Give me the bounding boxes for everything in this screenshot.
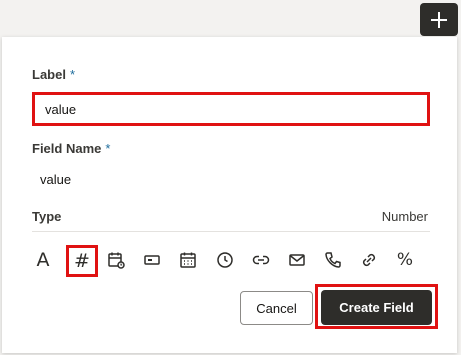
type-option-email[interactable] — [284, 247, 310, 273]
type-option-date[interactable] — [175, 247, 201, 273]
type-option-date-time[interactable] — [103, 247, 129, 273]
field-name-title-text: Field Name — [32, 141, 102, 156]
type-option-phone[interactable] — [320, 247, 346, 273]
field-name-label: Field Name * — [32, 141, 110, 156]
create-field-button[interactable]: Create Field — [321, 290, 432, 325]
type-option-url[interactable] — [356, 247, 382, 273]
divider — [32, 231, 430, 232]
link-icon — [252, 255, 270, 265]
calendar-icon — [180, 252, 196, 268]
type-label: Type — [32, 209, 62, 224]
type-option-text[interactable]: A — [30, 247, 56, 273]
cancel-button[interactable]: Cancel — [240, 291, 313, 325]
label-field-label: Label * — [32, 67, 75, 82]
label-input[interactable] — [32, 92, 430, 126]
percent-icon: % — [396, 250, 414, 270]
selected-type-label: Number — [381, 209, 428, 224]
required-marker: * — [105, 141, 111, 156]
type-option-input[interactable] — [139, 247, 165, 273]
type-option-percent[interactable]: % — [392, 247, 418, 273]
label-title-text: Label — [32, 67, 66, 82]
date-time-icon — [108, 252, 125, 269]
type-option-number[interactable]: # — [66, 245, 98, 277]
url-link-icon — [362, 253, 376, 267]
text-icon: A — [36, 249, 50, 271]
type-option-link[interactable] — [248, 247, 274, 273]
type-option-time[interactable] — [212, 247, 238, 273]
add-field-button[interactable] — [420, 3, 458, 36]
clock-icon — [217, 252, 233, 268]
page: Label* Field Name* value Type Number A # — [0, 0, 461, 355]
email-icon — [289, 254, 305, 266]
create-field-popup: Label* Field Name* value Type Number A # — [2, 37, 457, 353]
plus-icon — [431, 11, 447, 28]
field-name-value: value — [40, 172, 72, 187]
phone-icon — [325, 252, 341, 268]
input-box-icon — [144, 255, 160, 265]
required-marker: * — [69, 67, 76, 82]
number-icon: # — [74, 250, 90, 272]
